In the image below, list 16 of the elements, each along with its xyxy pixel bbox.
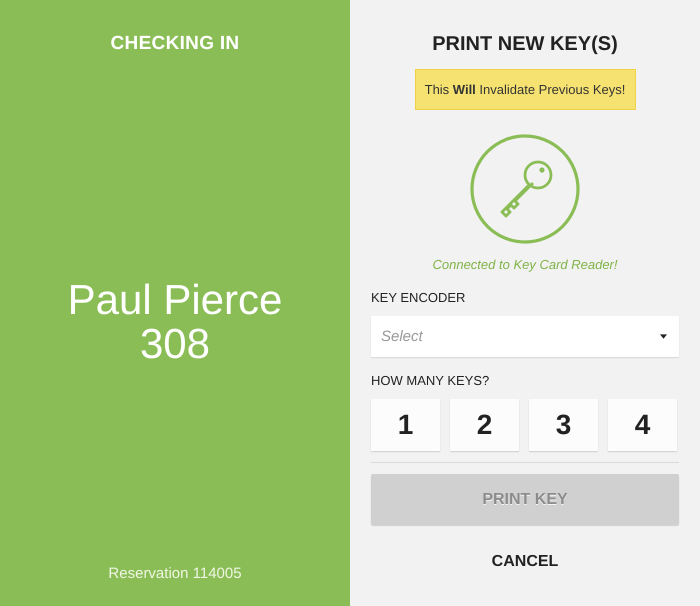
warning-banner: This Will Invalidate Previous Keys!: [414, 69, 636, 110]
field-label: HOW MANY KEYS?: [371, 373, 490, 389]
reader-status: Connected to Key Card Reader!: [432, 257, 618, 273]
cancel-button[interactable]: CANCEL: [488, 551, 562, 573]
panel-title: PRINT NEW KEY(S): [432, 33, 618, 55]
key-icon: [470, 134, 580, 244]
reservation-number: Reservation 114005: [108, 565, 242, 583]
key-count-button[interactable]: 1: [371, 399, 440, 451]
key-count-button[interactable]: 2: [450, 399, 519, 451]
panel-title: CHECKING IN: [110, 33, 240, 55]
key-count-button[interactable]: 3: [529, 399, 598, 451]
field-label: KEY ENCODER: [371, 290, 466, 306]
room-number: 308: [140, 322, 210, 366]
caret-icon: [660, 334, 667, 339]
guest-name: Paul Pierce: [68, 278, 282, 322]
key-count-button[interactable]: 4: [608, 399, 677, 451]
